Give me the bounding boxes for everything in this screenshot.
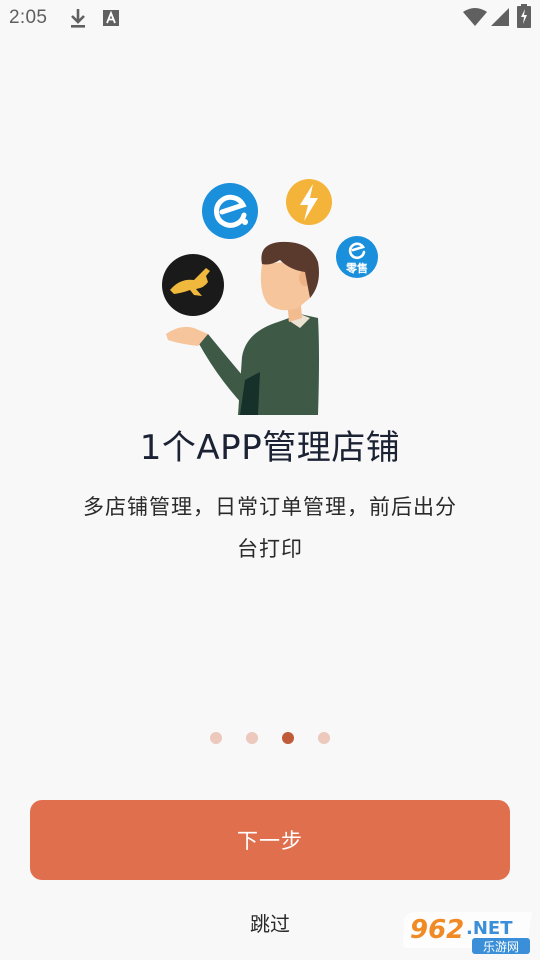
next-button[interactable]: 下一步 [30, 800, 510, 880]
watermark-number: 962 [410, 915, 464, 945]
eleme-retail-icon: 零售 [336, 236, 378, 278]
page-dot [282, 732, 294, 744]
status-bar: 2:05 [0, 0, 540, 36]
watermark-site: 乐游网 [483, 940, 519, 954]
retail-badge-text: 零售 [345, 261, 368, 275]
page-dot [318, 732, 330, 744]
hero-illustration: 零售 [162, 179, 378, 415]
battery-charging-icon [517, 4, 531, 28]
eleme-icon [202, 183, 258, 239]
watermark-logo: 962 .NET 乐游网 [400, 908, 536, 958]
page-dot [246, 732, 258, 744]
keyboard-a-icon [103, 10, 119, 26]
wifi-icon [463, 8, 487, 26]
kangaroo-icon [162, 254, 224, 316]
slide-description-line: 多店铺管理，日常订单管理，前后出分 [83, 495, 457, 519]
lightning-icon [286, 179, 332, 225]
watermark-suffix: .NET [466, 918, 513, 939]
download-icon [71, 9, 85, 28]
slide-description-line: 台打印 [237, 537, 303, 561]
page-indicator [0, 732, 540, 744]
slide-description: 多店铺管理，日常订单管理，前后出分 台打印 [60, 486, 480, 570]
signal-icon [491, 8, 509, 26]
slide-title: 1个APP管理店铺 [139, 428, 401, 468]
page-dot [210, 732, 222, 744]
skip-button[interactable]: 跳过 [220, 908, 320, 938]
status-time: 2:05 [9, 7, 48, 28]
